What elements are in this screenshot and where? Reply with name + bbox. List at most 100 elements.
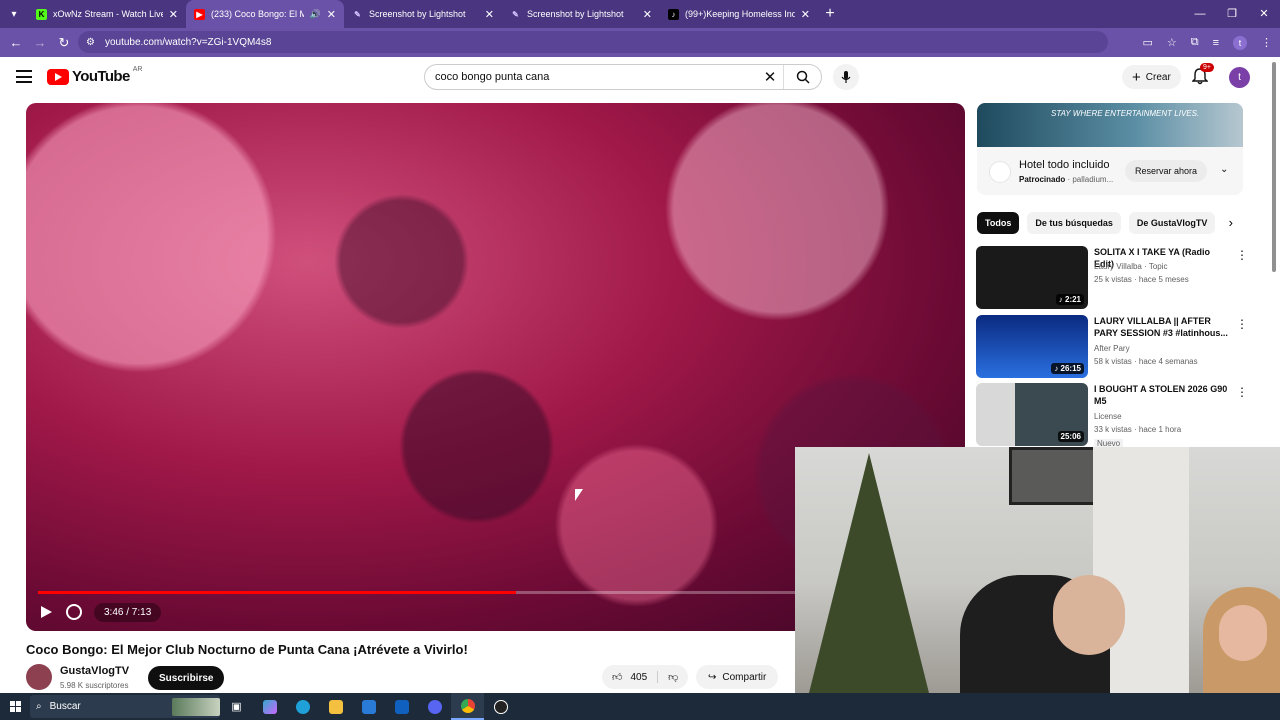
advertiser-name: · palladium... (1067, 175, 1114, 184)
site-info-icon[interactable]: ⚙ (86, 37, 95, 48)
more-options-icon[interactable]: ⋮ (1236, 317, 1248, 331)
new-tab-button[interactable]: + (818, 5, 842, 23)
url-text: youtube.com/watch?v=ZGi-1VQM4s8 (104, 36, 272, 48)
windows-logo-icon (9, 701, 21, 712)
list-item[interactable]: ♪ 26:15 LAURY VILLALBA || AFTER PARY SES… (976, 315, 1248, 379)
search-button[interactable] (783, 65, 821, 89)
close-tab-icon[interactable]: ✕ (801, 8, 810, 21)
chevron-down-icon[interactable]: ⌄ (1220, 164, 1228, 175)
page-scrollbar[interactable] (1270, 62, 1278, 280)
cast-icon[interactable]: ▭ (1142, 36, 1152, 49)
extensions-icon[interactable]: ⧉ (1191, 36, 1199, 49)
chip-all[interactable]: Todos (977, 212, 1020, 234)
guest-face (1219, 605, 1267, 661)
search-icon: ⌕ (36, 701, 42, 712)
create-label: Crear (1145, 71, 1171, 83)
video-thumbnail[interactable]: ♪ 26:15 (976, 315, 1088, 378)
file-explorer-icon[interactable] (319, 693, 352, 720)
country-code: AR (132, 66, 143, 73)
menu-icon[interactable] (16, 70, 32, 83)
obs-icon[interactable] (484, 693, 517, 720)
rec-channel: License (1094, 412, 1122, 421)
channel-avatar[interactable] (26, 664, 52, 690)
browser-tab[interactable]: ✎ Screenshot by Lightshot ✕ (502, 0, 660, 28)
address-bar[interactable]: ⚙ youtube.com/watch?v=ZGi-1VQM4s8 (78, 31, 1108, 53)
like-button[interactable]: 👍︎ 405 (602, 671, 659, 683)
search-highlight-art (172, 697, 220, 716)
browser-menu-icon[interactable]: ⋮ (1261, 36, 1272, 49)
rec-channel: Laury Villalba · Topic (1094, 262, 1168, 271)
close-tab-icon[interactable]: ✕ (327, 8, 336, 21)
more-options-icon[interactable]: ⋮ (1236, 248, 1248, 262)
create-button[interactable]: + Crear (1122, 65, 1181, 89)
share-button[interactable]: ↪ Compartir (696, 665, 779, 689)
youtube-logo[interactable]: YouTube AR (47, 66, 143, 85)
outlook-icon[interactable] (385, 693, 418, 720)
discord-icon[interactable] (418, 693, 451, 720)
chevron-right-icon[interactable]: › (1229, 215, 1233, 230)
clapping-hands (1053, 575, 1125, 655)
minimize-icon[interactable]: — (1184, 0, 1216, 28)
close-tab-icon[interactable]: ✕ (169, 8, 178, 21)
copilot-icon[interactable] (253, 693, 286, 720)
subscribe-button[interactable]: Suscribirse (148, 666, 225, 690)
list-item[interactable]: 25:06 I BOUGHT A STOLEN 2026 G90 M5 Lice… (976, 383, 1248, 448)
browser-tab[interactable]: ♪ (99+)Keeping Homeless Individ ✕ (660, 0, 818, 28)
close-tab-icon[interactable]: ✕ (485, 8, 494, 21)
youtube-play-icon (47, 68, 69, 85)
rec-title[interactable]: I BOUGHT A STOLEN 2026 G90 M5 (1094, 383, 1230, 407)
profile-avatar[interactable]: t (1233, 35, 1247, 50)
chrome-icon[interactable] (451, 693, 484, 720)
youtube-icon: ▶ (194, 8, 205, 20)
scrollbar-thumb[interactable] (1272, 62, 1276, 272)
subscriber-count: 5.98 K suscriptores (60, 681, 129, 690)
tab-search-button[interactable]: ▾ (0, 0, 28, 28)
browser-tab-active[interactable]: ▶ (233) Coco Bongo: El Mejor 🔊 ✕ (186, 0, 344, 28)
chip-from-channel[interactable]: De GustaVlogTV (1128, 212, 1216, 234)
plus-icon: + (1132, 68, 1141, 86)
tab-title: (99+)Keeping Homeless Individ (685, 9, 795, 19)
restore-icon[interactable]: ❐ (1216, 0, 1248, 28)
start-button[interactable] (0, 693, 30, 720)
filter-chips: Todos De tus búsquedas De GustaVlogTV › (977, 212, 1243, 234)
close-window-icon[interactable]: ✕ (1248, 0, 1280, 28)
task-view-icon[interactable]: ▣ (220, 693, 253, 720)
channel-name[interactable]: GustaVlogTV (60, 665, 129, 677)
forward-icon[interactable]: → (28, 35, 52, 50)
browser-tab[interactable]: ✎ Screenshot by Lightshot ✕ (344, 0, 502, 28)
time-display: 3:46 / 7:13 (94, 602, 162, 622)
window-controls: — ❐ ✕ (1184, 0, 1280, 28)
rec-title[interactable]: LAURY VILLALBA || AFTER PARY SESSION #3 … (1094, 315, 1230, 339)
sponsored-ad[interactable]: STAY WHERE ENTERTAINMENT LIVES. Hotel to… (977, 103, 1243, 195)
play-icon[interactable] (38, 604, 54, 620)
account-avatar[interactable]: t (1229, 67, 1250, 88)
browser-tab[interactable]: K xOwNz Stream - Watch Live on ✕ (28, 0, 186, 28)
volume-icon[interactable] (66, 604, 82, 620)
back-icon[interactable]: ← (4, 35, 28, 50)
ad-cta-button[interactable]: Reservar ahora (1125, 160, 1208, 182)
notifications-button[interactable]: 9+ (1191, 63, 1214, 85)
media-controls-icon[interactable]: ≡ (1213, 37, 1219, 49)
audio-icon[interactable]: 🔊 (310, 9, 321, 20)
ad-banner: STAY WHERE ENTERTAINMENT LIVES. (977, 103, 1243, 147)
video-thumbnail[interactable]: 25:06 (976, 383, 1088, 446)
advertiser-logo (989, 161, 1011, 183)
store-icon[interactable] (352, 693, 385, 720)
ad-sponsor-line: Patrocinado · palladium... (1019, 175, 1113, 184)
more-options-icon[interactable]: ⋮ (1236, 385, 1248, 399)
taskbar-search[interactable]: ⌕ Buscar (30, 695, 220, 718)
clear-search-icon[interactable]: ✕ (757, 68, 783, 86)
list-item[interactable]: ♪ 2:21 SOLITA X I TAKE YA (Radio Edit) L… (976, 246, 1248, 310)
voice-search-button[interactable] (833, 64, 859, 90)
close-tab-icon[interactable]: ✕ (643, 8, 652, 21)
search-icon (796, 70, 810, 84)
bookmark-star-icon[interactable]: ☆ (1167, 36, 1177, 49)
reload-icon[interactable]: ↻ (52, 35, 76, 51)
like-count: 405 (630, 671, 648, 683)
edge-icon[interactable] (286, 693, 319, 720)
thumbs-down-icon: 👎︎ (668, 672, 679, 683)
search-input[interactable]: coco bongo punta cana (425, 71, 757, 83)
chip-from-searches[interactable]: De tus búsquedas (1027, 212, 1121, 234)
video-thumbnail[interactable]: ♪ 2:21 (976, 246, 1088, 309)
dislike-button[interactable]: 👎︎ (658, 671, 688, 683)
